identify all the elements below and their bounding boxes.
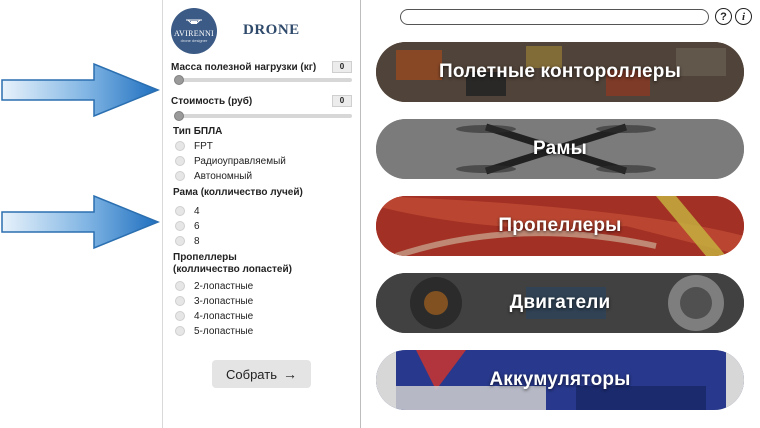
radio-label: FPT <box>194 140 213 152</box>
radio-option[interactable]: 2-лопастные <box>175 279 253 293</box>
cost-slider-thumb[interactable] <box>174 111 184 121</box>
pointer-arrow-icon <box>1 194 160 250</box>
app-root: AVIRENNI drone designer DRONE Масса поле… <box>0 0 760 428</box>
radio-label: Радиоуправляемый <box>194 155 286 167</box>
radio-button[interactable] <box>175 156 185 166</box>
category-label: Пропеллеры <box>498 215 622 236</box>
logo-subtext: drone designer <box>180 38 208 43</box>
build-button[interactable]: Собрать → <box>212 360 311 388</box>
propellers-title-line2: (колличество лопастей) <box>173 264 292 275</box>
payload-slider-thumb[interactable] <box>174 75 184 85</box>
radio-option[interactable]: 6 <box>175 219 200 233</box>
arrow-right-icon: → <box>282 366 297 382</box>
radio-label: 2-лопастные <box>194 280 254 292</box>
radio-button[interactable] <box>175 311 185 321</box>
radio-label: Автономный <box>194 170 253 182</box>
category-flight-controllers[interactable]: Полетные контороллеры <box>376 42 744 102</box>
brand-title: DRONE <box>243 22 300 38</box>
radio-option[interactable]: Автономный <box>175 169 252 183</box>
radio-button[interactable] <box>175 236 185 246</box>
category-label: Аккумуляторы <box>489 369 631 390</box>
radio-button[interactable] <box>175 171 185 181</box>
propellers-title: Пропеллеры (колличество лопастей) <box>173 252 292 276</box>
radio-label: 4 <box>194 205 200 217</box>
radio-label: 3-лопастные <box>194 295 254 307</box>
help-icon[interactable]: ? <box>715 8 732 25</box>
radio-option[interactable]: Радиоуправляемый <box>175 154 286 168</box>
brand-logo: AVIRENNI drone designer <box>171 8 217 54</box>
radio-button[interactable] <box>175 206 185 216</box>
category-label: Рамы <box>532 138 588 159</box>
cost-label: Стоимость (руб) <box>171 96 253 107</box>
pointer-arrow-icon <box>1 62 160 118</box>
radio-label: 4-лопастные <box>194 310 254 322</box>
drone-icon <box>186 19 202 24</box>
category-frames[interactable]: Рамы <box>376 119 744 179</box>
radio-option[interactable]: 5-лопастные <box>175 324 253 338</box>
radio-button[interactable] <box>175 221 185 231</box>
category-label: Полетные контороллеры <box>438 61 681 82</box>
radio-button[interactable] <box>175 326 185 336</box>
radio-label: 8 <box>194 235 200 247</box>
radio-label: 5-лопастные <box>194 325 254 337</box>
propellers-title-line1: Пропеллеры <box>173 252 237 263</box>
payload-slider-track[interactable] <box>175 78 352 82</box>
logo-text: AVIRENNI <box>173 29 215 38</box>
radio-option[interactable]: FPT <box>175 139 213 153</box>
radio-option[interactable]: 3-лопастные <box>175 294 253 308</box>
payload-value: 0 <box>332 61 352 73</box>
category-batteries[interactable]: Аккумуляторы <box>376 350 744 410</box>
filter-panel: AVIRENNI drone designer DRONE Масса поле… <box>162 0 361 428</box>
build-button-label: Собрать <box>226 366 277 382</box>
frame-title: Рама (колличество лучей) <box>173 187 303 198</box>
category-motors[interactable]: Двигатели <box>376 273 744 333</box>
radio-button[interactable] <box>175 296 185 306</box>
cost-value: 0 <box>332 95 352 107</box>
cost-slider-track[interactable] <box>175 114 352 118</box>
category-propellers[interactable]: Пропеллеры <box>376 196 744 256</box>
radio-label: 6 <box>194 220 200 232</box>
info-icon[interactable]: i <box>735 8 752 25</box>
uav-type-title: Тип БПЛА <box>173 126 223 137</box>
search-input[interactable] <box>400 9 709 25</box>
radio-button[interactable] <box>175 141 185 151</box>
radio-button[interactable] <box>175 281 185 291</box>
category-label: Двигатели <box>509 292 611 313</box>
radio-option[interactable]: 4 <box>175 204 200 218</box>
radio-option[interactable]: 8 <box>175 234 200 248</box>
payload-label: Масса полезной нагрузки (кг) <box>171 62 317 73</box>
radio-option[interactable]: 4-лопастные <box>175 309 253 323</box>
